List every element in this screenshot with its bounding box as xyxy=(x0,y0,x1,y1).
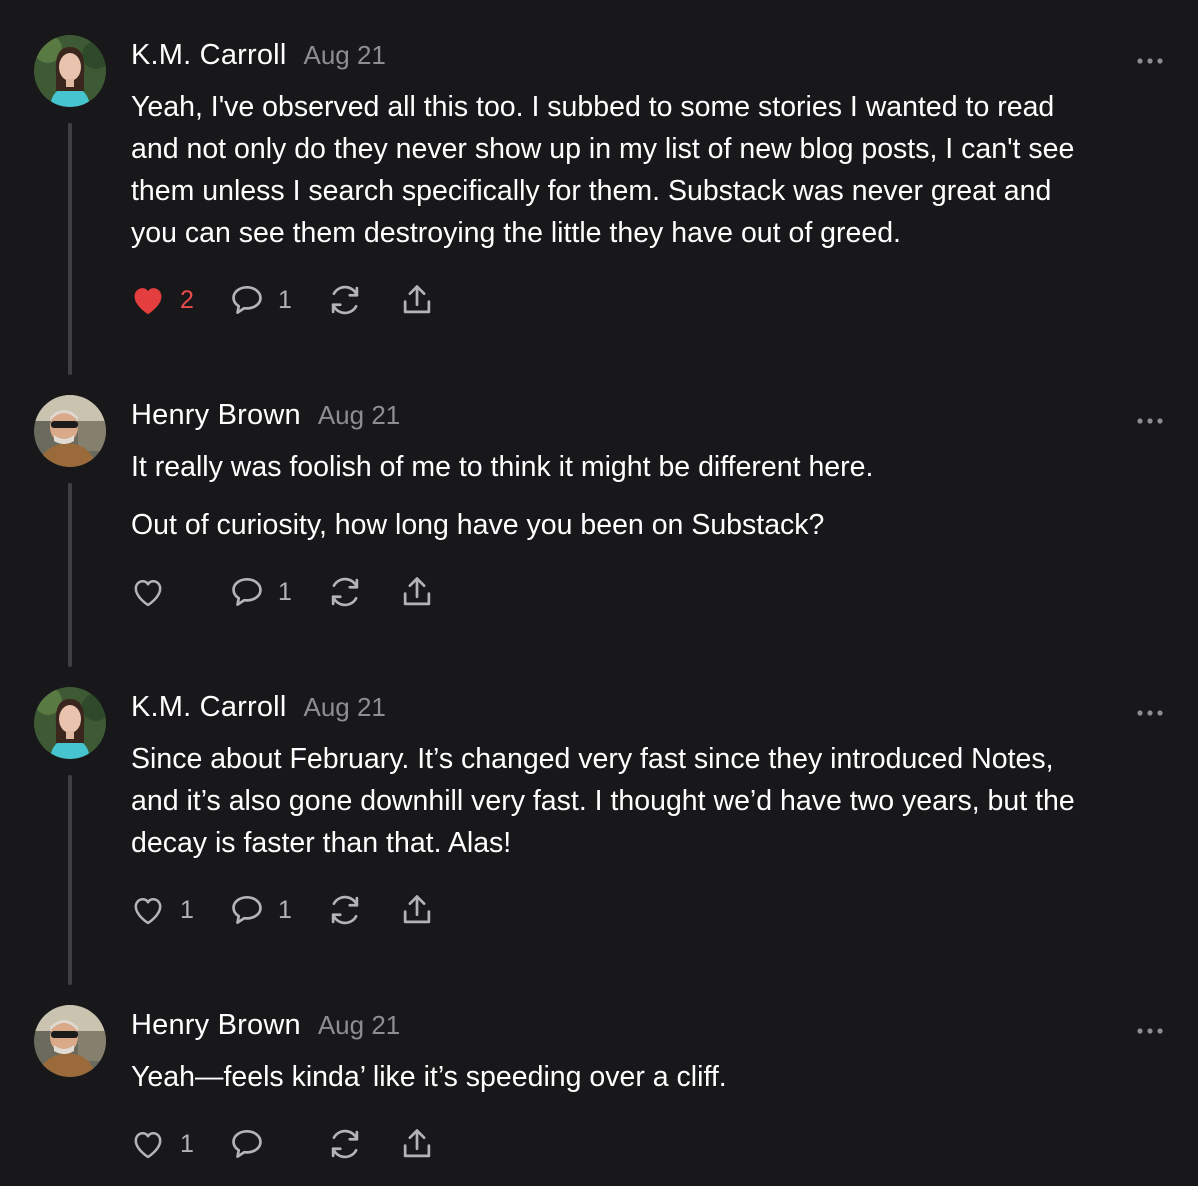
comment: K.M. Carroll Aug 21 Since about February… xyxy=(0,687,1198,985)
avatar[interactable] xyxy=(34,395,106,467)
like-count: 2 xyxy=(180,285,194,314)
comment-header: Henry Brown Aug 21 xyxy=(131,399,400,435)
reply-count: 1 xyxy=(278,285,292,314)
restack-button[interactable] xyxy=(326,891,364,929)
comment: Henry Brown Aug 21 Yeah—feels kinda’ lik… xyxy=(0,1005,1198,1186)
more-options-icon[interactable] xyxy=(1136,704,1164,716)
comment-body: Yeah, I've observed all this too. I subb… xyxy=(131,86,1176,270)
reply-count: 1 xyxy=(278,895,292,924)
comment-text: Out of curiosity, how long have you been… xyxy=(131,509,825,541)
comment-date[interactable]: Aug 21 xyxy=(318,1010,400,1041)
avatar[interactable] xyxy=(34,1005,106,1077)
comment: K.M. Carroll Aug 21 Yeah, I've observed … xyxy=(0,35,1198,375)
reply-button[interactable]: 1 xyxy=(228,573,292,611)
comment-body: Yeah—feels kinda’ like it’s speeding ove… xyxy=(131,1056,1176,1114)
heart-icon xyxy=(128,1125,168,1163)
share-button[interactable] xyxy=(398,1125,436,1163)
reply-button[interactable]: 1 xyxy=(228,281,292,319)
comment-bubble-icon xyxy=(228,281,266,319)
like-button[interactable]: 2 xyxy=(128,281,194,319)
heart-icon xyxy=(128,573,168,611)
comment-actions: 2 1 xyxy=(128,280,470,320)
share-button[interactable] xyxy=(398,891,436,929)
comment-text: Since about February. It’s changed very … xyxy=(131,743,1075,859)
restack-icon xyxy=(326,891,364,929)
comment-body: Since about February. It’s changed very … xyxy=(131,738,1176,880)
restack-button[interactable] xyxy=(326,573,364,611)
comment-header: K.M. Carroll Aug 21 xyxy=(131,691,386,727)
author-name[interactable]: Henry Brown xyxy=(131,399,301,432)
heart-icon xyxy=(128,891,168,929)
comment-header: K.M. Carroll Aug 21 xyxy=(131,39,386,75)
restack-icon xyxy=(326,281,364,319)
reply-count: 1 xyxy=(278,577,292,606)
author-name[interactable]: Henry Brown xyxy=(131,1009,301,1042)
restack-button[interactable] xyxy=(326,281,364,319)
share-button[interactable] xyxy=(398,281,436,319)
avatar[interactable] xyxy=(34,35,106,107)
thread-line xyxy=(68,483,72,667)
like-count: 1 xyxy=(180,1129,194,1158)
comment-header: Henry Brown Aug 21 xyxy=(131,1009,400,1045)
author-name[interactable]: K.M. Carroll xyxy=(131,39,286,72)
comment-bubble-icon xyxy=(228,891,266,929)
comment-date[interactable]: Aug 21 xyxy=(318,400,400,431)
share-icon xyxy=(398,281,436,319)
comment-bubble-icon xyxy=(228,1125,266,1163)
more-options-icon[interactable] xyxy=(1136,1022,1164,1034)
like-button[interactable]: 1 xyxy=(128,1125,194,1163)
like-button[interactable]: 1 xyxy=(128,891,194,929)
share-icon xyxy=(398,573,436,611)
like-button[interactable] xyxy=(128,573,194,611)
heart-icon xyxy=(128,281,168,319)
comment-actions: 1 1 xyxy=(128,890,470,930)
comment-body: It really was foolish of me to think it … xyxy=(131,446,1176,562)
comment-text: It really was foolish of me to think it … xyxy=(131,451,874,483)
reply-button[interactable]: 1 xyxy=(228,891,292,929)
restack-icon xyxy=(326,573,364,611)
like-count: 1 xyxy=(180,895,194,924)
restack-button[interactable] xyxy=(326,1125,364,1163)
comment-actions: 1 xyxy=(128,1124,470,1164)
comment-text: Yeah, I've observed all this too. I subb… xyxy=(131,91,1075,249)
thread-line xyxy=(68,123,72,375)
comment-actions: 1 xyxy=(128,572,470,612)
comment-date[interactable]: Aug 21 xyxy=(303,40,385,71)
comment-date[interactable]: Aug 21 xyxy=(303,692,385,723)
share-icon xyxy=(398,1125,436,1163)
avatar[interactable] xyxy=(34,687,106,759)
more-options-icon[interactable] xyxy=(1136,412,1164,424)
restack-icon xyxy=(326,1125,364,1163)
thread-line xyxy=(68,775,72,985)
comment: Henry Brown Aug 21 It really was foolish… xyxy=(0,395,1198,667)
author-name[interactable]: K.M. Carroll xyxy=(131,691,286,724)
share-button[interactable] xyxy=(398,573,436,611)
comment-text: Yeah—feels kinda’ like it’s speeding ove… xyxy=(131,1061,727,1093)
comment-bubble-icon xyxy=(228,573,266,611)
reply-button[interactable] xyxy=(228,1125,292,1163)
share-icon xyxy=(398,891,436,929)
more-options-icon[interactable] xyxy=(1136,52,1164,64)
